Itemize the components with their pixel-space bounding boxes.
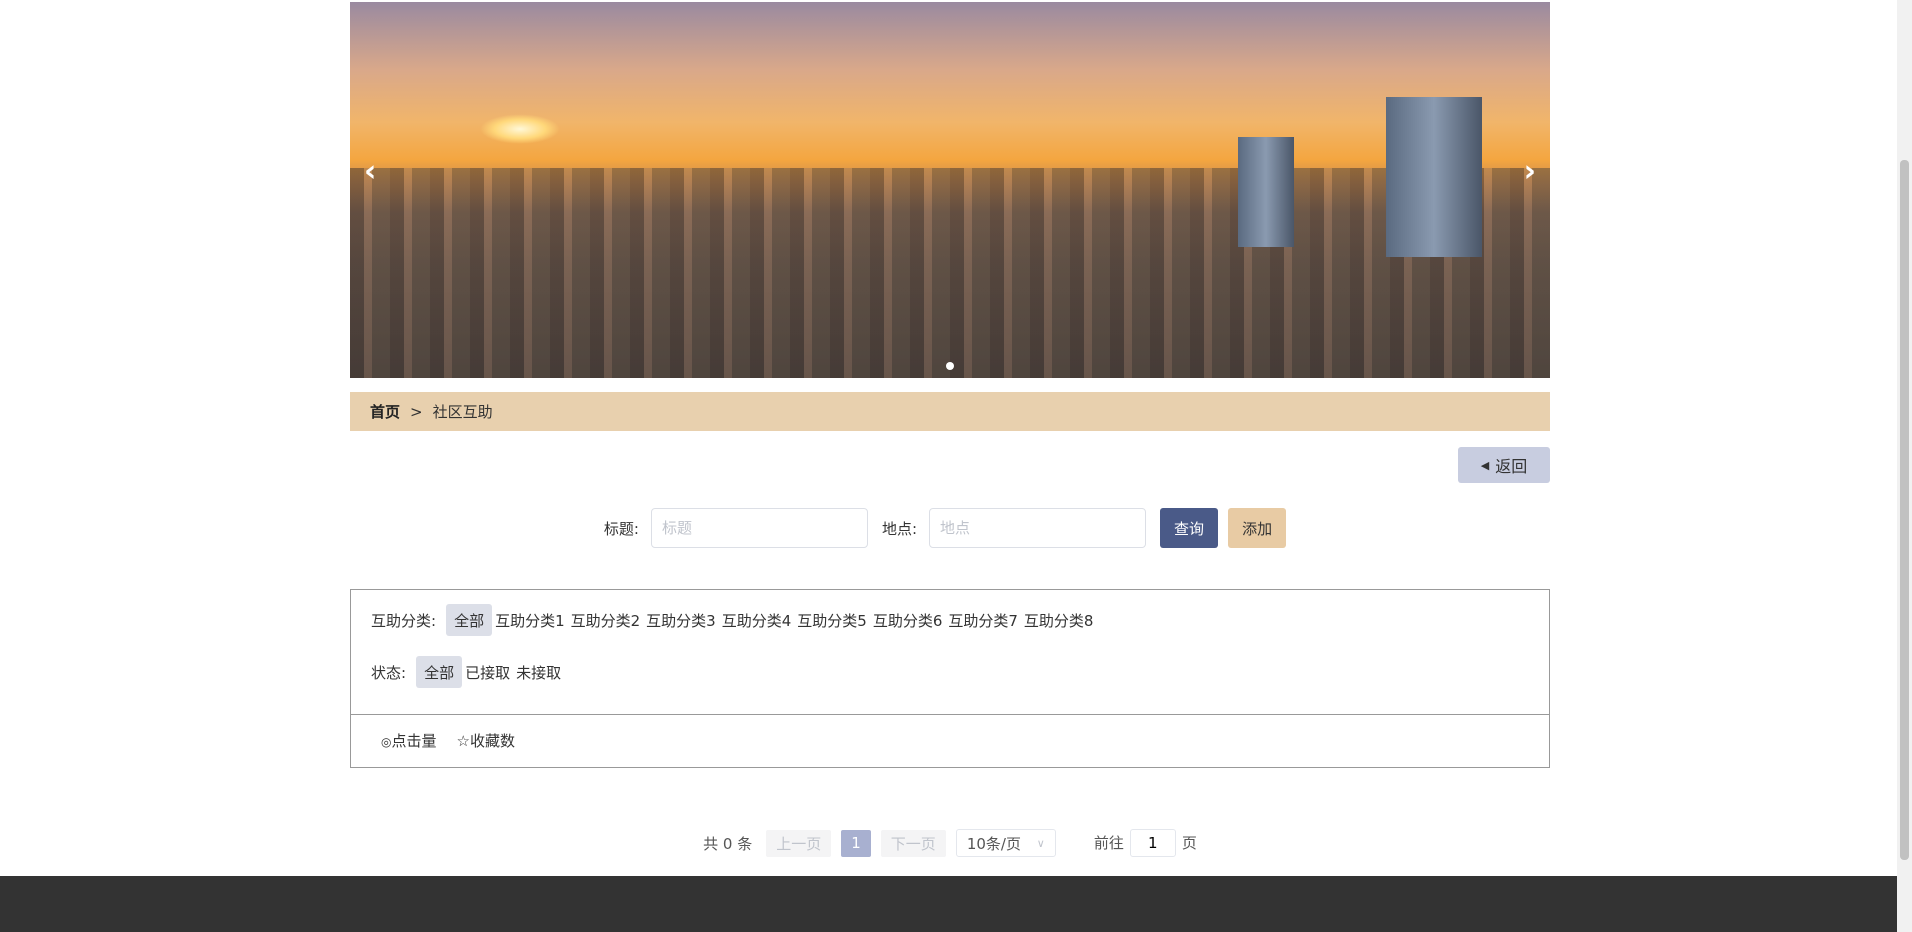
status-option[interactable]: 全部 xyxy=(416,656,463,688)
goto-label: 前往 xyxy=(1093,834,1124,852)
sort-clicks-label: 点击量 xyxy=(391,732,437,750)
place-label: 地点: xyxy=(881,519,918,538)
eye-icon: ◎ xyxy=(381,735,392,749)
goto-page-input[interactable] xyxy=(1129,829,1176,857)
query-button[interactable]: 查询 xyxy=(1160,508,1219,548)
banner-cityscape xyxy=(350,168,1550,378)
scrollbar[interactable] xyxy=(1897,0,1912,932)
page-size-value: 10条/页 xyxy=(966,834,1021,853)
page-size-select[interactable]: 10条/页 ∨ xyxy=(955,829,1056,857)
search-bar: 标题: 地点: 查询 添加 xyxy=(350,508,1550,548)
status-label: 状态: xyxy=(371,663,407,682)
page-unit-label: 页 xyxy=(1181,834,1197,852)
category-option[interactable]: 互助分类1 xyxy=(492,604,568,636)
breadcrumb-home[interactable]: 首页 xyxy=(370,401,400,422)
category-filter: 互助分类: 全部 互助分类1 互助分类2 互助分类3 互助分类4 互助分类5 互… xyxy=(371,604,1529,636)
place-input[interactable] xyxy=(929,508,1147,548)
category-option[interactable]: 互助分类7 xyxy=(945,604,1021,636)
back-button[interactable]: ◀ 返回 xyxy=(1458,447,1550,483)
category-label: 互助分类: xyxy=(371,611,437,630)
title-input[interactable] xyxy=(650,508,868,548)
category-option[interactable]: 互助分类8 xyxy=(1021,604,1097,636)
carousel-indicator[interactable] xyxy=(946,362,954,370)
carousel-prev-icon[interactable]: ‹ xyxy=(364,154,376,189)
banner-image xyxy=(480,114,560,144)
status-option[interactable]: 已接取 xyxy=(462,656,513,688)
page-number[interactable]: 1 xyxy=(841,829,871,857)
banner-building xyxy=(1238,137,1294,247)
filter-panel: 互助分类: 全部 互助分类1 互助分类2 互助分类3 互助分类4 互助分类5 互… xyxy=(350,589,1550,715)
category-option[interactable]: 互助分类6 xyxy=(870,604,946,636)
sort-favorites-label: 收藏数 xyxy=(469,732,515,750)
status-option[interactable]: 未接取 xyxy=(513,656,564,688)
chevron-down-icon: ∨ xyxy=(1036,836,1045,850)
status-filter: 状态: 全部 已接取 未接取 xyxy=(371,656,1529,688)
footer xyxy=(0,876,1897,932)
category-option[interactable]: 互助分类3 xyxy=(643,604,719,636)
scrollbar-thumb[interactable] xyxy=(1900,160,1909,860)
breadcrumb: 首页 > 社区互助 xyxy=(350,392,1550,431)
breadcrumb-separator: > xyxy=(410,402,423,421)
back-label: 返回 xyxy=(1495,457,1528,476)
category-option[interactable]: 互助分类2 xyxy=(568,604,644,636)
sort-bar: ◎点击量 ☆收藏数 xyxy=(350,714,1550,768)
category-option[interactable]: 互助分类5 xyxy=(794,604,870,636)
caret-left-icon: ◀ xyxy=(1480,458,1490,472)
carousel-next-icon[interactable]: › xyxy=(1524,154,1536,189)
prev-page-button[interactable]: 上一页 xyxy=(766,829,832,857)
next-page-button[interactable]: 下一页 xyxy=(880,829,946,857)
breadcrumb-current: 社区互助 xyxy=(432,403,493,421)
add-button[interactable]: 添加 xyxy=(1228,508,1287,548)
pagination: 共 0 条 上一页 1 下一页 10条/页 ∨ 前往 页 xyxy=(350,829,1550,857)
sort-clicks[interactable]: ◎点击量 xyxy=(381,730,437,751)
title-label: 标题: xyxy=(603,519,639,538)
sort-favorites[interactable]: ☆收藏数 xyxy=(457,730,515,751)
banner-building xyxy=(1386,97,1482,257)
star-icon: ☆ xyxy=(456,732,470,750)
category-option[interactable]: 全部 xyxy=(446,604,493,636)
goto-page: 前往 页 xyxy=(1094,829,1197,857)
banner-carousel: ‹ › xyxy=(350,2,1550,378)
total-count: 共 0 条 xyxy=(703,834,753,853)
category-option[interactable]: 互助分类4 xyxy=(719,604,795,636)
